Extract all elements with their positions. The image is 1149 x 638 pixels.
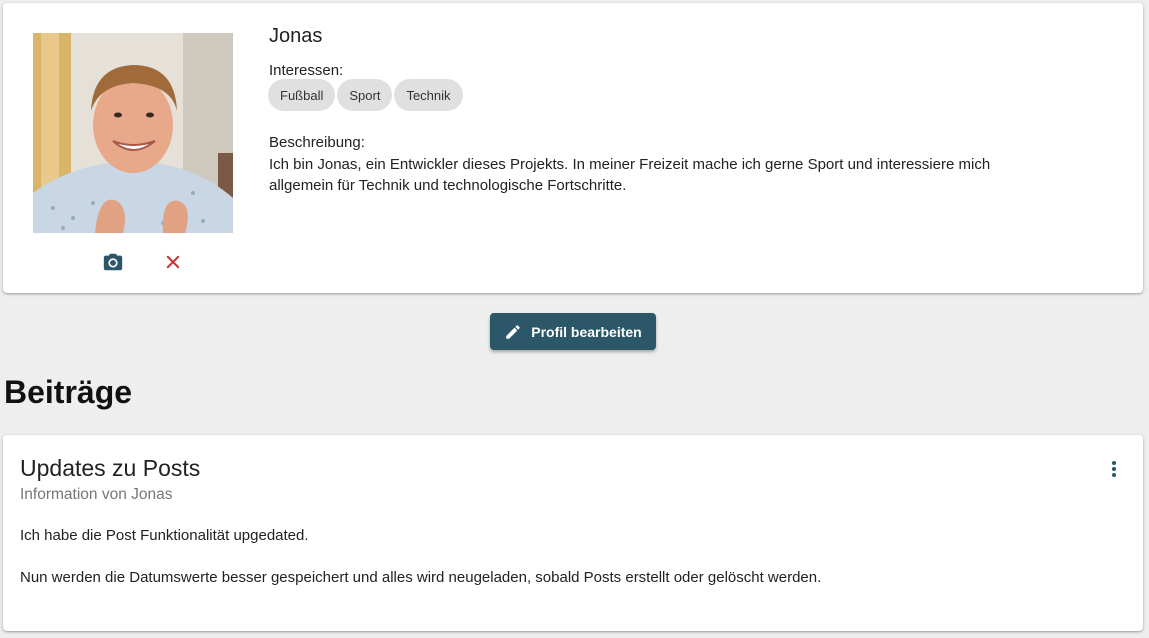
interest-chip[interactable]: Fußball [268,79,336,111]
pencil-icon [506,324,521,339]
profile-name: Jonas [269,25,323,47]
edit-profile-button[interactable]: Profil bearbeiten [490,313,656,350]
post-paragraph: Ich habe die Post Funktionalität upgedat… [20,527,309,544]
description-label: Beschreibung: [269,134,365,151]
post-menu-button[interactable] [1103,457,1125,481]
posts-section-title: Beiträge [4,374,133,410]
post-card: Updates zu Posts Information von Jonas I… [3,435,1143,631]
profile-photo [33,33,233,233]
interest-chip[interactable]: Technik [394,79,463,111]
close-icon [166,255,180,269]
remove-photo-button[interactable] [159,248,187,276]
profile-photo-image [33,33,233,233]
more-vertical-icon [1112,461,1116,477]
post-title: Updates zu Posts [20,455,201,481]
profile-card: Jonas Interessen: Fußball Sport Technik … [3,3,1143,293]
camera-icon [103,253,123,271]
post-subtitle: Information von Jonas [20,486,173,503]
interests-label: Interessen: [269,62,344,79]
profile-description: Ich bin Jonas, ein Entwickler dieses Pro… [269,156,991,194]
interests-chip-list: Fußball Sport Technik [268,79,463,111]
edit-profile-label: Profil bearbeiten [531,323,642,340]
post-paragraph: Nun werden die Datumswerte besser gespei… [20,569,822,586]
interest-chip[interactable]: Sport [337,79,393,111]
change-photo-button[interactable] [99,248,127,276]
